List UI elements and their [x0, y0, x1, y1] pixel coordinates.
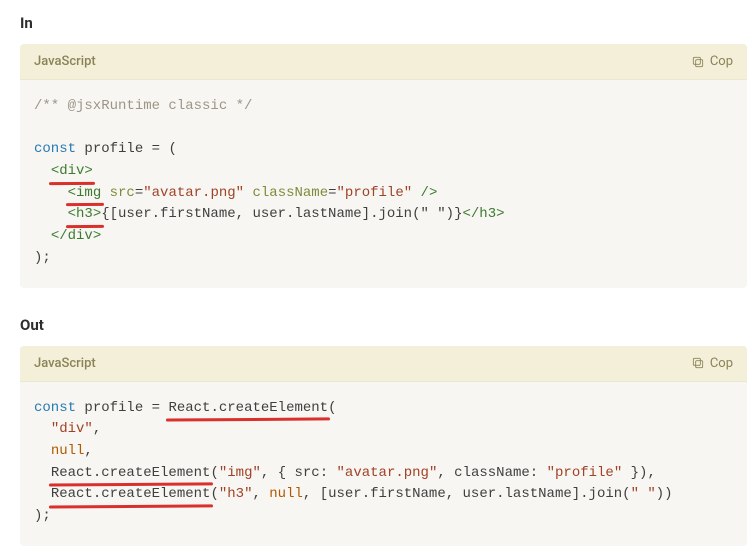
code-token: , — [252, 486, 260, 502]
code-token: src — [295, 465, 320, 481]
section-heading-in: In — [20, 14, 747, 32]
code-token: const — [34, 141, 76, 157]
code-token: {[user.firstName, user.lastName].join(" … — [101, 206, 462, 222]
copy-button-out[interactable]: Cop — [691, 356, 733, 371]
code-token: "div" — [51, 421, 93, 437]
copy-icon — [691, 356, 705, 370]
code-token: profile — [84, 141, 143, 157]
code-token: = — [152, 400, 160, 416]
copy-label-in: Cop — [710, 54, 733, 69]
code-token: "avatar.png" — [337, 465, 438, 481]
code-token-underlined: <img — [68, 185, 102, 201]
code-token: , — [303, 486, 311, 502]
code-token: ( — [168, 141, 176, 157]
code-token-underlined: React.createElement — [51, 486, 211, 502]
code-token: " " — [631, 486, 656, 502]
code-lang-in: JavaScript — [34, 54, 96, 69]
code-token: ( — [328, 400, 336, 416]
code-token: "img" — [219, 465, 261, 481]
code-token: : — [530, 465, 538, 481]
code-token: [user.firstName, user.lastName].join( — [320, 486, 631, 502]
code-token: ); — [34, 508, 51, 524]
code-token: = — [152, 141, 160, 157]
code-token: "avatar.png" — [143, 185, 244, 201]
code-token: : — [320, 465, 328, 481]
code-token: , — [261, 465, 269, 481]
code-token: ( — [210, 486, 218, 502]
code-token: ( — [210, 465, 218, 481]
code-token: )) — [656, 486, 673, 502]
code-token: profile — [84, 400, 143, 416]
code-token: "profile" — [337, 185, 413, 201]
code-header-in: JavaScript Cop — [20, 44, 747, 80]
code-token: , — [93, 421, 101, 437]
code-token: null — [269, 486, 303, 502]
section-heading-out: Out — [20, 316, 747, 334]
copy-label-out: Cop — [710, 356, 733, 371]
copy-icon — [691, 55, 705, 69]
code-token: </div> — [51, 228, 101, 244]
code-token: , — [84, 443, 92, 459]
code-token-underlined: React.createElement — [51, 465, 211, 481]
code-token: "profile" — [547, 465, 623, 481]
code-token: "h3" — [219, 486, 253, 502]
code-token: /** @jsxRuntime classic */ — [34, 98, 252, 114]
code-token-underlined: <div> — [51, 163, 93, 179]
copy-button-in[interactable]: Cop — [691, 54, 733, 69]
code-lang-out: JavaScript — [34, 356, 96, 371]
code-token: src — [110, 185, 135, 201]
code-token: const — [34, 400, 76, 416]
code-header-out: JavaScript Cop — [20, 346, 747, 382]
code-token: </h3> — [462, 206, 504, 222]
code-token: ); — [34, 250, 51, 266]
code-token: ), — [639, 465, 656, 481]
code-token: { — [278, 465, 295, 481]
code-card-in: JavaScript Cop /** @jsxRuntime classic *… — [20, 44, 747, 288]
code-token: } — [622, 465, 639, 481]
code-body-in: /** @jsxRuntime classic */ const profile… — [20, 80, 747, 288]
code-token: className — [252, 185, 328, 201]
code-body-out: const profile = React.createElement( "di… — [20, 382, 747, 546]
code-card-out: JavaScript Cop const profile = React.cre… — [20, 346, 747, 546]
code-token: , — [437, 465, 445, 481]
code-token-underlined: <h3> — [68, 206, 102, 222]
code-token: /> — [421, 185, 438, 201]
code-token-underlined: React.createElement — [168, 400, 328, 416]
code-token: className — [454, 465, 530, 481]
code-token: null — [51, 443, 85, 459]
